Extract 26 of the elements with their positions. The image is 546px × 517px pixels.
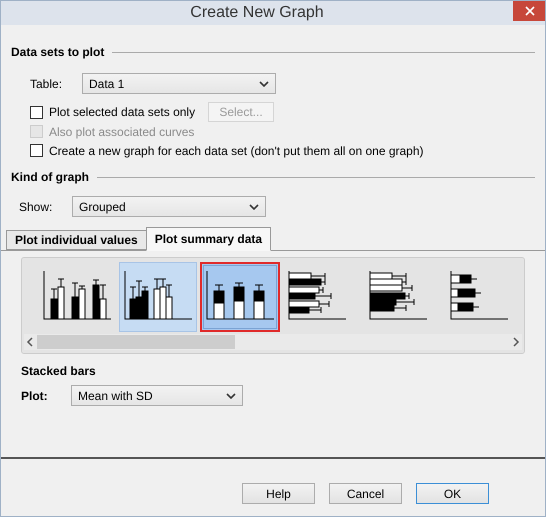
window-title: Create New Graph <box>189 3 325 23</box>
dropdown[interactable]: Data 1 <box>82 73 276 94</box>
checkbox[interactable] <box>30 106 43 118</box>
tab[interactable]: Plot individual values <box>6 230 146 250</box>
dropdown[interactable]: Grouped <box>72 196 266 217</box>
scrollbar-thumb[interactable] <box>37 335 235 349</box>
section-heading: Data sets to plot <box>11 44 104 61</box>
checkbox[interactable] <box>30 144 43 157</box>
close-icon <box>524 6 534 16</box>
show-label: Show: <box>19 198 54 216</box>
checkbox-label: Also plot associated curves <box>49 124 194 140</box>
tab[interactable]: Plot summary data <box>146 227 272 251</box>
checkbox-label: Plot selected data sets only <box>49 104 196 121</box>
dialog-button[interactable]: OK <box>416 483 489 504</box>
graph-type-option[interactable] <box>119 262 197 332</box>
graph-type-option[interactable] <box>200 262 280 332</box>
section-heading: Kind of graph <box>11 169 89 186</box>
horizontal-scrollbar[interactable] <box>24 334 522 350</box>
dialog-button[interactable]: Help <box>242 483 315 504</box>
close-button[interactable] <box>513 1 545 21</box>
dialog-button[interactable]: Cancel <box>329 483 402 504</box>
table-label: Table: <box>30 76 64 92</box>
checkbox-label: Create a new graph for each data set (don't put them all on one graph) <box>49 142 424 160</box>
dropdown[interactable]: Mean with SD <box>71 385 243 406</box>
graph-type-name: Stacked bars <box>21 363 97 380</box>
plot-label: Plot: <box>21 388 49 404</box>
